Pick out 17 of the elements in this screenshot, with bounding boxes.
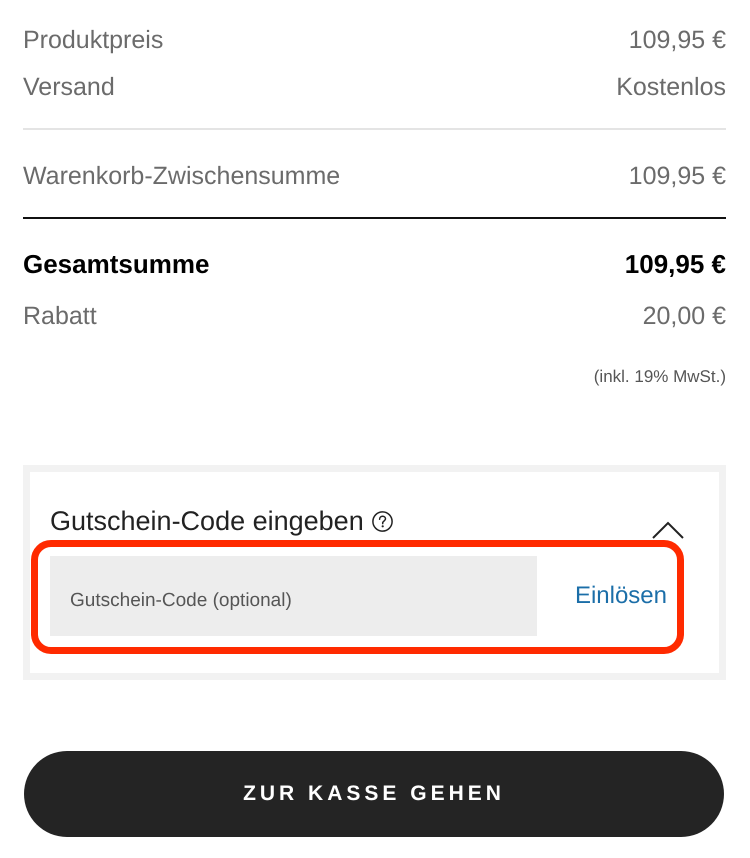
discount-label: Rabatt (23, 300, 97, 332)
price-value: 109,95 € (628, 24, 726, 56)
subtotal-label: Warenkorb-Zwischensumme (23, 160, 340, 192)
discount-value: 20,00 € (642, 300, 726, 332)
total-label: Gesamtsumme (23, 248, 210, 281)
chevron-up-icon[interactable] (652, 521, 684, 539)
price-label: Produktpreis (23, 24, 164, 56)
checkout-button[interactable]: ZUR KASSE GEHEN (24, 751, 724, 837)
redeem-link[interactable]: Einlösen (574, 578, 667, 614)
help-icon[interactable] (372, 510, 393, 532)
tax-note: (inkl. 19% MwSt.) (594, 366, 726, 388)
coupon-code-field[interactable]: Gutschein-Code (optional) (50, 556, 537, 636)
coupon-title: Gutschein-Code eingeben (50, 505, 364, 538)
price-value: Kostenlos (616, 72, 726, 103)
total-value: 109,95 € (624, 248, 726, 281)
price-label: Versand (23, 72, 115, 103)
subtotal-value: 109,95 € (628, 160, 726, 192)
